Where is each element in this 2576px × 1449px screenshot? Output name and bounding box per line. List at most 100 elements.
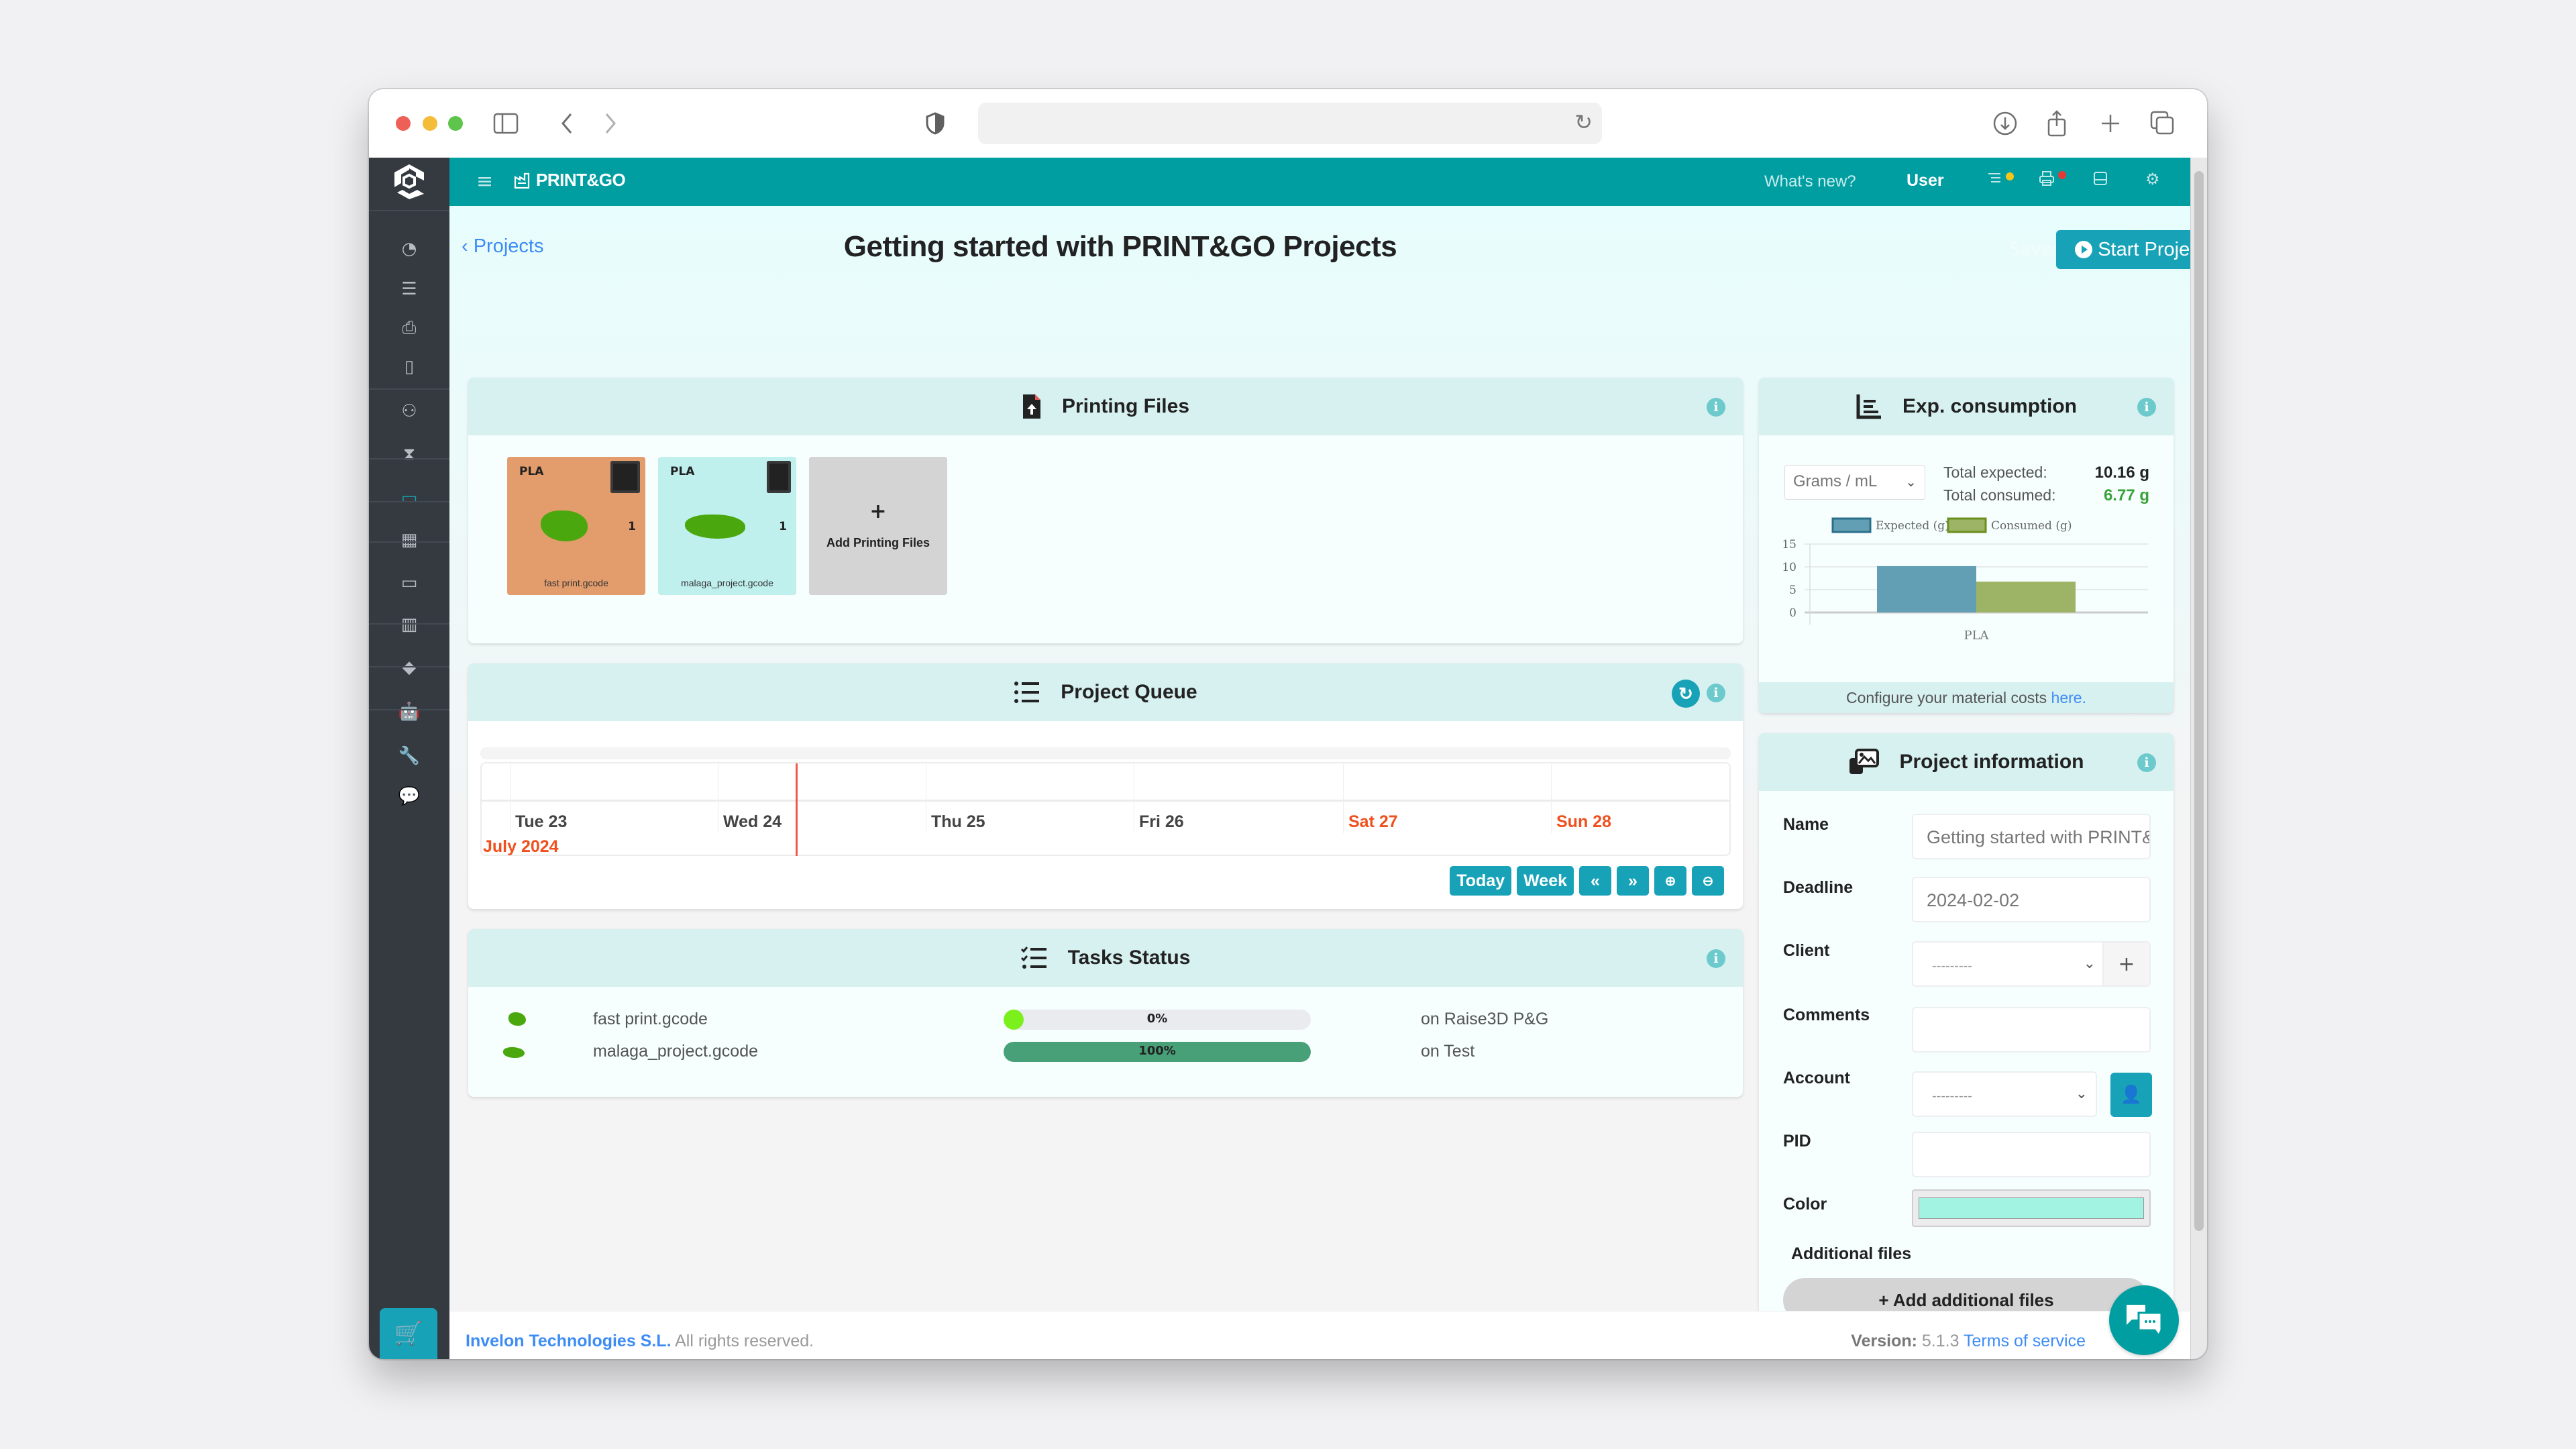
maximize-window-button[interactable]	[448, 116, 463, 131]
calculator-icon: ▦	[400, 530, 418, 550]
sidebar-toggle-icon[interactable]	[493, 108, 519, 139]
sidebar-item-premium[interactable]: ◆	[369, 647, 449, 688]
sidebar-item-calculator[interactable]: ▦	[369, 520, 449, 560]
zoom-out-icon: ⊖	[1702, 873, 1714, 889]
checklist-icon	[1020, 947, 1046, 969]
deadline-input[interactable]: 2024-02-02	[1912, 877, 2151, 922]
account-select[interactable]: --------- ⌄	[1912, 1071, 2097, 1117]
minimize-window-button[interactable]	[423, 116, 437, 131]
client-select[interactable]: --------- ⌄	[1912, 941, 2105, 987]
sidebar-item-automation[interactable]: 🤖	[369, 692, 449, 732]
logo-icon	[394, 164, 424, 199]
user-menu[interactable]: User	[1907, 171, 1944, 191]
pid-label: PID	[1783, 1132, 1811, 1150]
cart-icon: 🛒	[394, 1320, 423, 1347]
timeline-day-label: Thu 25	[931, 812, 985, 831]
sidebar-item-maintenance[interactable]: 🔧	[369, 736, 449, 776]
info-icon[interactable]: i	[1707, 684, 1725, 702]
start-project-label: Start Project	[2098, 238, 2205, 260]
tasks-status-title: Tasks Status	[1067, 947, 1191, 969]
week-button[interactable]: Week	[1517, 866, 1574, 896]
info-icon[interactable]: i	[1707, 398, 1725, 417]
sidebar-item-printers[interactable]: ⎙	[369, 308, 449, 348]
legend-label: Expected (g)	[1876, 519, 1949, 533]
refresh-button[interactable]: ↻	[1672, 680, 1700, 708]
brand-name: PRINT&GO	[536, 170, 626, 190]
timeline-scroll-track[interactable]	[480, 747, 1731, 759]
task-row[interactable]: malaga_project.gcode 100% on Test	[468, 1042, 1743, 1069]
chevron-down-icon: ⌄	[1905, 475, 1917, 490]
previous-button[interactable]: «	[1579, 866, 1611, 896]
color-picker[interactable]	[1912, 1189, 2151, 1227]
x-tick-label: PLA	[1964, 629, 1989, 643]
pid-input[interactable]	[1912, 1132, 2151, 1177]
menu-toggle-icon[interactable]: ≡	[476, 170, 493, 193]
zoom-in-button[interactable]: ⊕	[1654, 866, 1686, 896]
sidebar-item-stats[interactable]: ▥	[369, 604, 449, 645]
task-printer: on Test	[1421, 1042, 1475, 1061]
queue-status-icon[interactable]	[1986, 170, 2003, 191]
sidebar-item-monitor[interactable]: ▭	[369, 563, 449, 603]
share-icon[interactable]	[2046, 108, 2068, 139]
sidebar-item-users[interactable]: ⚇	[369, 391, 449, 431]
live-chat-button[interactable]	[2109, 1285, 2179, 1355]
saved-status: Saved	[2009, 239, 2063, 260]
queue-timeline[interactable]: Tue 23 Wed 24 Thu 25 Fri 26 Sat 27 Sun 2…	[480, 762, 1731, 856]
address-bar[interactable]: ↻	[978, 103, 1602, 144]
file-quantity: 1	[779, 520, 787, 533]
comments-input[interactable]	[1912, 1007, 2151, 1053]
download-icon[interactable]	[1992, 108, 2018, 139]
back-to-projects-link[interactable]: ‹ Projects	[462, 235, 543, 258]
consumption-title: Exp. consumption	[1902, 395, 2077, 417]
new-tab-icon[interactable]	[2100, 108, 2121, 139]
tabs-overview-icon[interactable]	[2150, 108, 2176, 139]
printing-file-card[interactable]: PLA 1 fast print.gcode	[507, 457, 645, 595]
queue-status-dot	[2006, 172, 2014, 180]
page-scrollbar[interactable]	[2190, 158, 2207, 1359]
scrollbar-thumb[interactable]	[2194, 171, 2204, 1231]
close-window-button[interactable]	[396, 116, 411, 131]
total-expected-label: Total expected:	[1943, 464, 2047, 481]
add-client-button[interactable]: +	[2102, 941, 2151, 987]
printer-status-icon[interactable]	[2038, 170, 2055, 191]
unit-select[interactable]: Grams / mL ⌄	[1784, 465, 1925, 500]
task-progress-label: 100%	[1138, 1044, 1176, 1058]
robot-icon: 🤖	[398, 702, 421, 722]
back-link-label: Projects	[473, 235, 544, 257]
back-icon[interactable]	[560, 108, 574, 139]
total-consumed-value: 6.77 g	[2103, 486, 2149, 504]
sidebar-item-support[interactable]: 💬	[369, 776, 449, 816]
inbox-icon[interactable]	[2092, 170, 2109, 191]
whats-new-link[interactable]: What's new?	[1764, 172, 1856, 191]
material-costs-link[interactable]: here.	[2051, 689, 2086, 706]
start-project-button[interactable]: Start Project	[2056, 230, 2207, 269]
add-printing-files-label: Add Printing Files	[826, 536, 930, 549]
add-printing-files-button[interactable]: + Add Printing Files	[809, 457, 947, 595]
today-button[interactable]: Today	[1450, 866, 1512, 896]
shield-icon[interactable]	[926, 108, 945, 139]
printing-file-card[interactable]: PLA 1 malaga_project.gcode	[658, 457, 796, 595]
cart-button[interactable]: 🛒	[380, 1308, 437, 1359]
reload-icon[interactable]: ↻	[1574, 109, 1593, 135]
assign-account-button[interactable]: 👤	[2110, 1073, 2152, 1117]
zoom-out-button[interactable]: ⊖	[1692, 866, 1724, 896]
terms-of-service-link[interactable]: Terms of service	[1964, 1332, 2086, 1350]
sidebar-item-history[interactable]: ⧗	[369, 434, 449, 474]
name-input[interactable]: Getting started with PRINT&GO Projects	[1912, 814, 2151, 859]
settings-gear-icon[interactable]: ⚙	[2145, 170, 2160, 189]
company-link[interactable]: Invelon Technologies S.L.	[466, 1332, 672, 1350]
info-icon[interactable]: i	[1707, 949, 1725, 968]
material-costs-note: Configure your material costs here.	[1759, 682, 2174, 713]
forward-icon[interactable]	[604, 108, 617, 139]
sidebar-item-projects[interactable]: ▭	[369, 478, 449, 519]
task-row[interactable]: fast print.gcode 0% on Raise3D P&G	[468, 1010, 1743, 1036]
next-button[interactable]: »	[1617, 866, 1649, 896]
brand[interactable]: PRINT&GO	[513, 170, 626, 191]
sidebar-item-library[interactable]: ▯	[369, 347, 449, 387]
app-logo[interactable]	[369, 158, 449, 206]
info-icon[interactable]: i	[2137, 398, 2156, 417]
main-content: ‹ Projects Getting started with PRINT&GO…	[449, 206, 2207, 1346]
sidebar-item-queue[interactable]: ☰	[369, 269, 449, 309]
info-icon[interactable]: i	[2137, 753, 2156, 772]
sidebar-item-dashboard[interactable]: ◔	[369, 229, 449, 269]
